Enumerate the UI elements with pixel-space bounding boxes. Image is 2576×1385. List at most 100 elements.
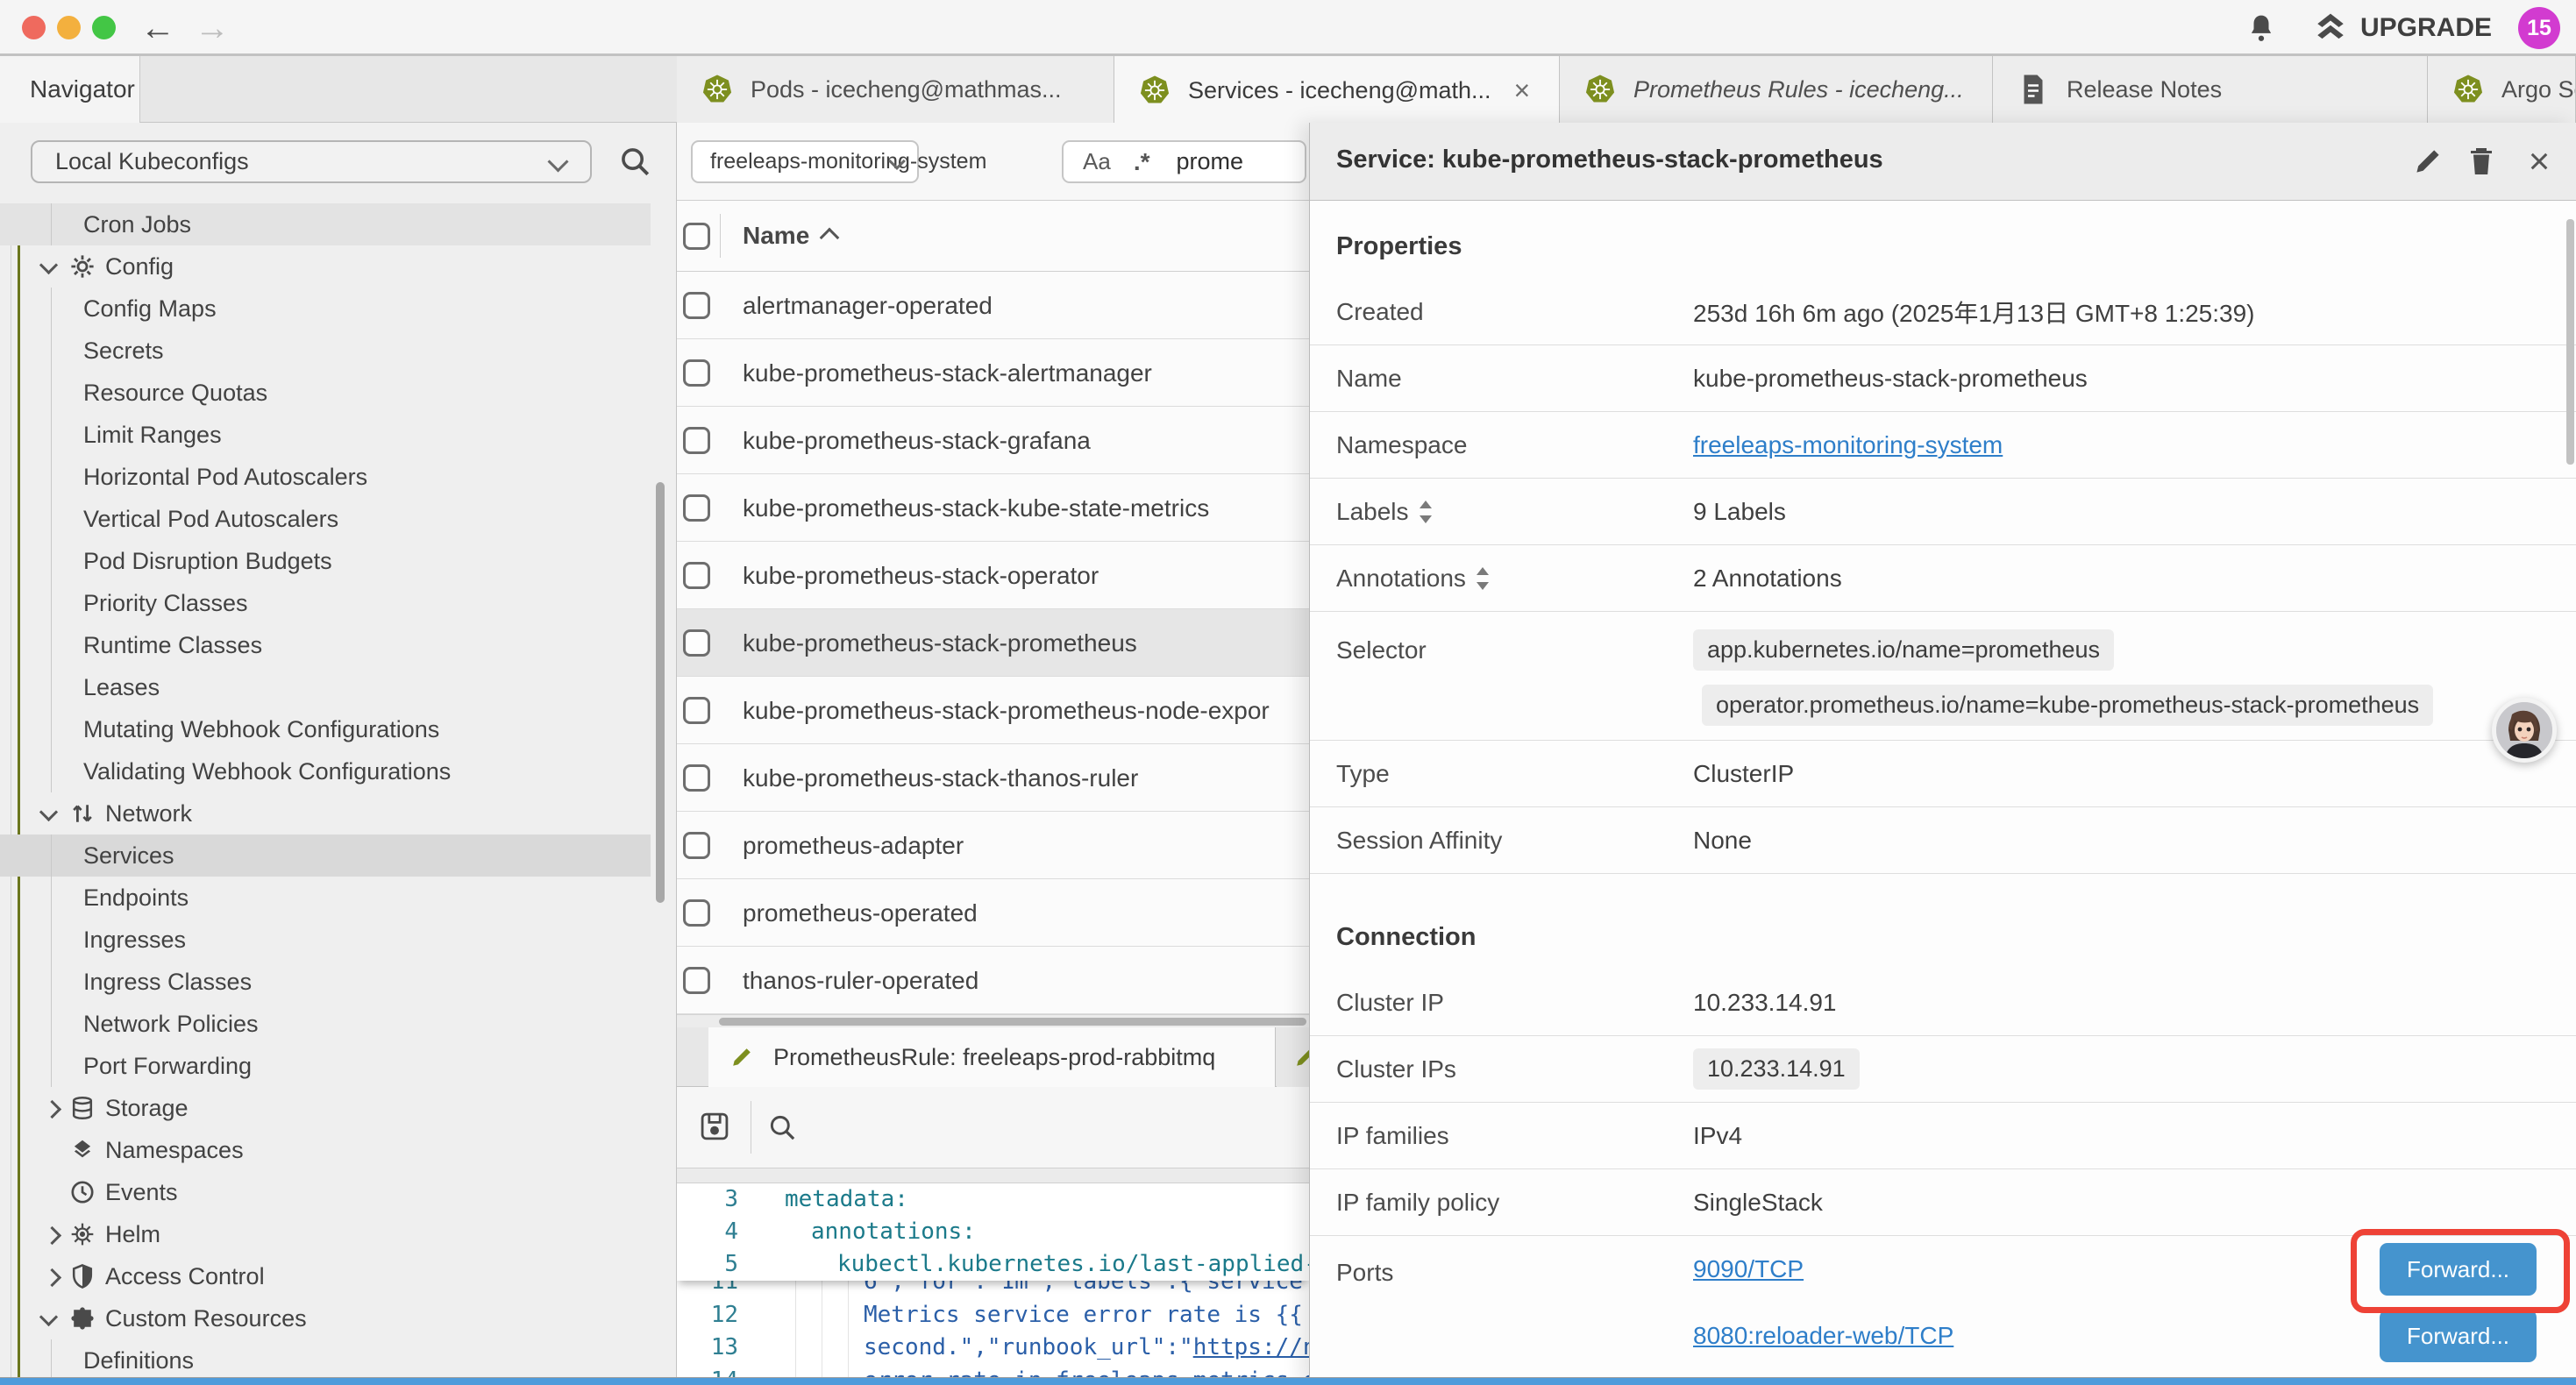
horizontal-scrollbar[interactable] (719, 1018, 1306, 1026)
close-icon[interactable]: × (2523, 146, 2555, 177)
row-checkbox[interactable] (683, 494, 710, 522)
row-checkbox[interactable] (683, 427, 710, 454)
chevron-right-icon[interactable] (43, 1268, 61, 1287)
sidebar-item-namespaces[interactable]: Namespaces (0, 1129, 651, 1171)
sidebar-item-config-maps[interactable]: Config Maps (0, 288, 651, 330)
close-icon[interactable]: × (1514, 75, 1531, 107)
table-row-kube-prometheus-stack-kube-state-metrics[interactable]: kube-prometheus-stack-kube-state-metrics (677, 474, 1309, 542)
chevron-down-icon[interactable] (39, 803, 58, 821)
tab-release-notes[interactable]: Release Notes (1993, 56, 2428, 123)
port-link[interactable]: 8080:reloader-web/TCP (1693, 1322, 1953, 1350)
sidebar-item-priority-classes[interactable]: Priority Classes (0, 582, 651, 624)
window-zoom-button[interactable] (92, 16, 116, 39)
sidebar-item-config[interactable]: Config (0, 245, 651, 288)
navigator-tab[interactable]: Navigator (0, 56, 140, 123)
table-row-kube-prometheus-stack-prometheus-node-ex[interactable]: kube-prometheus-stack-prometheus-node-ex… (677, 677, 1309, 744)
sidebar-item-helm[interactable]: Helm (0, 1213, 651, 1255)
upgrade-button[interactable]: UPGRADE (2360, 13, 2492, 43)
notifications-bell-icon[interactable] (2247, 13, 2275, 43)
sidebar-item-horizontal-pod-autoscalers[interactable]: Horizontal Pod Autoscalers (0, 456, 651, 498)
chevron-down-icon[interactable] (39, 256, 58, 274)
table-row-thanos-ruler-operated[interactable]: thanos-ruler-operated (677, 947, 1309, 1014)
sidebar-item-custom-resources[interactable]: Custom Resources (0, 1297, 651, 1339)
sidebar-item-ingresses[interactable]: Ingresses (0, 919, 651, 961)
table-row-prometheus-operated[interactable]: prometheus-operated (677, 879, 1309, 947)
table-row-alertmanager-operated[interactable]: alertmanager-operated (677, 272, 1309, 339)
sort-ascending-icon[interactable] (820, 228, 840, 248)
row-checkbox[interactable] (683, 697, 710, 724)
sort-updown-icon[interactable] (1420, 501, 1432, 523)
forward-button[interactable]: Forward... (2380, 1310, 2537, 1362)
sidebar-scrollbar[interactable] (656, 482, 665, 903)
row-checkbox[interactable] (683, 967, 710, 994)
kubeconfig-select[interactable]: Local Kubeconfigs (31, 140, 592, 183)
detail-scrollbar[interactable] (2566, 219, 2574, 465)
table-row-kube-prometheus-stack-alertmanager[interactable]: kube-prometheus-stack-alertmanager (677, 339, 1309, 407)
table-row-prometheus-adapter[interactable]: prometheus-adapter (677, 812, 1309, 879)
delete-trash-icon[interactable] (2466, 146, 2497, 177)
sort-updown-icon[interactable] (1477, 567, 1489, 590)
table-row-kube-prometheus-stack-thanos-ruler[interactable]: kube-prometheus-stack-thanos-ruler (677, 744, 1309, 812)
sidebar-item-endpoints[interactable]: Endpoints (0, 877, 651, 919)
sidebar-item-leases[interactable]: Leases (0, 666, 651, 708)
sidebar-item-port-forwarding[interactable]: Port Forwarding (0, 1045, 651, 1087)
regex-icon[interactable]: .* (1134, 148, 1150, 176)
port-link[interactable]: 9090/TCP (1693, 1255, 1804, 1283)
back-arrow-icon[interactable]: ← (140, 4, 175, 53)
editor-tab-prometheusrule[interactable]: PrometheusRule: freeleaps-prod-rabbitmq (708, 1027, 1276, 1087)
sidebar-item-limit-ranges[interactable]: Limit Ranges (0, 414, 651, 456)
tab-argo-se[interactable]: Argo Se (2428, 56, 2576, 123)
select-all-checkbox[interactable] (683, 223, 710, 250)
sidebar-search-icon[interactable] (619, 146, 651, 177)
sidebar-item-vertical-pod-autoscalers[interactable]: Vertical Pod Autoscalers (0, 498, 651, 540)
namespace-filter-select[interactable]: freeleaps-monitoring-system (691, 140, 919, 183)
sidebar-item-pod-disruption-budgets[interactable]: Pod Disruption Budgets (0, 540, 651, 582)
table-row-kube-prometheus-stack-prometheus[interactable]: kube-prometheus-stack-prometheus (677, 609, 1309, 677)
yaml-editor[interactable]: 116","for":"1m","labels":{"service":"12M… (677, 1183, 1309, 1385)
sidebar-item-cron-jobs[interactable]: Cron Jobs (0, 203, 651, 245)
sidebar-item-network[interactable]: Network (0, 792, 651, 835)
sidebar-item-resource-quotas[interactable]: Resource Quotas (0, 372, 651, 414)
chevron-right-icon[interactable] (43, 1226, 61, 1245)
edit-pencil-icon[interactable] (2412, 146, 2444, 177)
sidebar-item-events[interactable]: Events (0, 1171, 651, 1213)
sidebar-item-storage[interactable]: Storage (0, 1087, 651, 1129)
match-case-icon[interactable]: Aa (1083, 148, 1111, 175)
tab-prometheus-rules-icecheng[interactable]: Prometheus Rules - icecheng... (1560, 56, 1993, 123)
notification-count-badge[interactable]: 15 (2518, 7, 2560, 49)
resource-search-input[interactable]: Aa .* prome (1062, 140, 1306, 183)
upgrade-icon[interactable] (2313, 12, 2348, 44)
tab-services-icecheng-math[interactable]: Services - icecheng@math...× (1114, 56, 1560, 124)
sidebar-item-validating-webhook-configurations[interactable]: Validating Webhook Configurations (0, 750, 651, 792)
sidebar-item-access-control[interactable]: Access Control (0, 1255, 651, 1297)
sidebar-item-definitions[interactable]: Definitions (0, 1339, 651, 1381)
row-checkbox[interactable] (683, 359, 710, 387)
table-row-kube-prometheus-stack-operator[interactable]: kube-prometheus-stack-operator (677, 542, 1309, 609)
row-checkbox[interactable] (683, 764, 710, 792)
sidebar-item-ingress-classes[interactable]: Ingress Classes (0, 961, 651, 1003)
row-checkbox[interactable] (683, 562, 710, 589)
table-row-kube-prometheus-stack-grafana[interactable]: kube-prometheus-stack-grafana (677, 407, 1309, 474)
sidebar-item-runtime-classes[interactable]: Runtime Classes (0, 624, 651, 666)
forward-button[interactable]: Forward... (2380, 1243, 2537, 1296)
chevron-down-icon[interactable] (39, 1308, 58, 1326)
name-column-header[interactable]: Name (743, 222, 809, 250)
editor-search-icon[interactable] (768, 1113, 796, 1141)
window-close-button[interactable] (22, 16, 46, 39)
row-checkbox[interactable] (683, 899, 710, 927)
save-icon[interactable] (700, 1112, 729, 1141)
sidebar-item-network-policies[interactable]: Network Policies (0, 1003, 651, 1045)
sidebar-item-secrets[interactable]: Secrets (0, 330, 651, 372)
chevron-right-icon[interactable] (43, 1100, 61, 1119)
forward-arrow-icon[interactable]: → (195, 4, 230, 53)
row-checkbox[interactable] (683, 832, 710, 859)
row-checkbox[interactable] (683, 292, 710, 319)
namespace-link[interactable]: freeleaps-monitoring-system (1693, 431, 2003, 459)
sidebar-item-mutating-webhook-configurations[interactable]: Mutating Webhook Configurations (0, 708, 651, 750)
avatar[interactable] (2492, 698, 2557, 763)
row-checkbox[interactable] (683, 629, 710, 657)
window-minimize-button[interactable] (57, 16, 81, 39)
tab-pods-icecheng-mathmas[interactable]: Pods - icecheng@mathmas... (677, 56, 1114, 123)
sidebar-item-services[interactable]: Services (0, 835, 651, 877)
editor-tab-next[interactable] (1277, 1027, 1309, 1087)
